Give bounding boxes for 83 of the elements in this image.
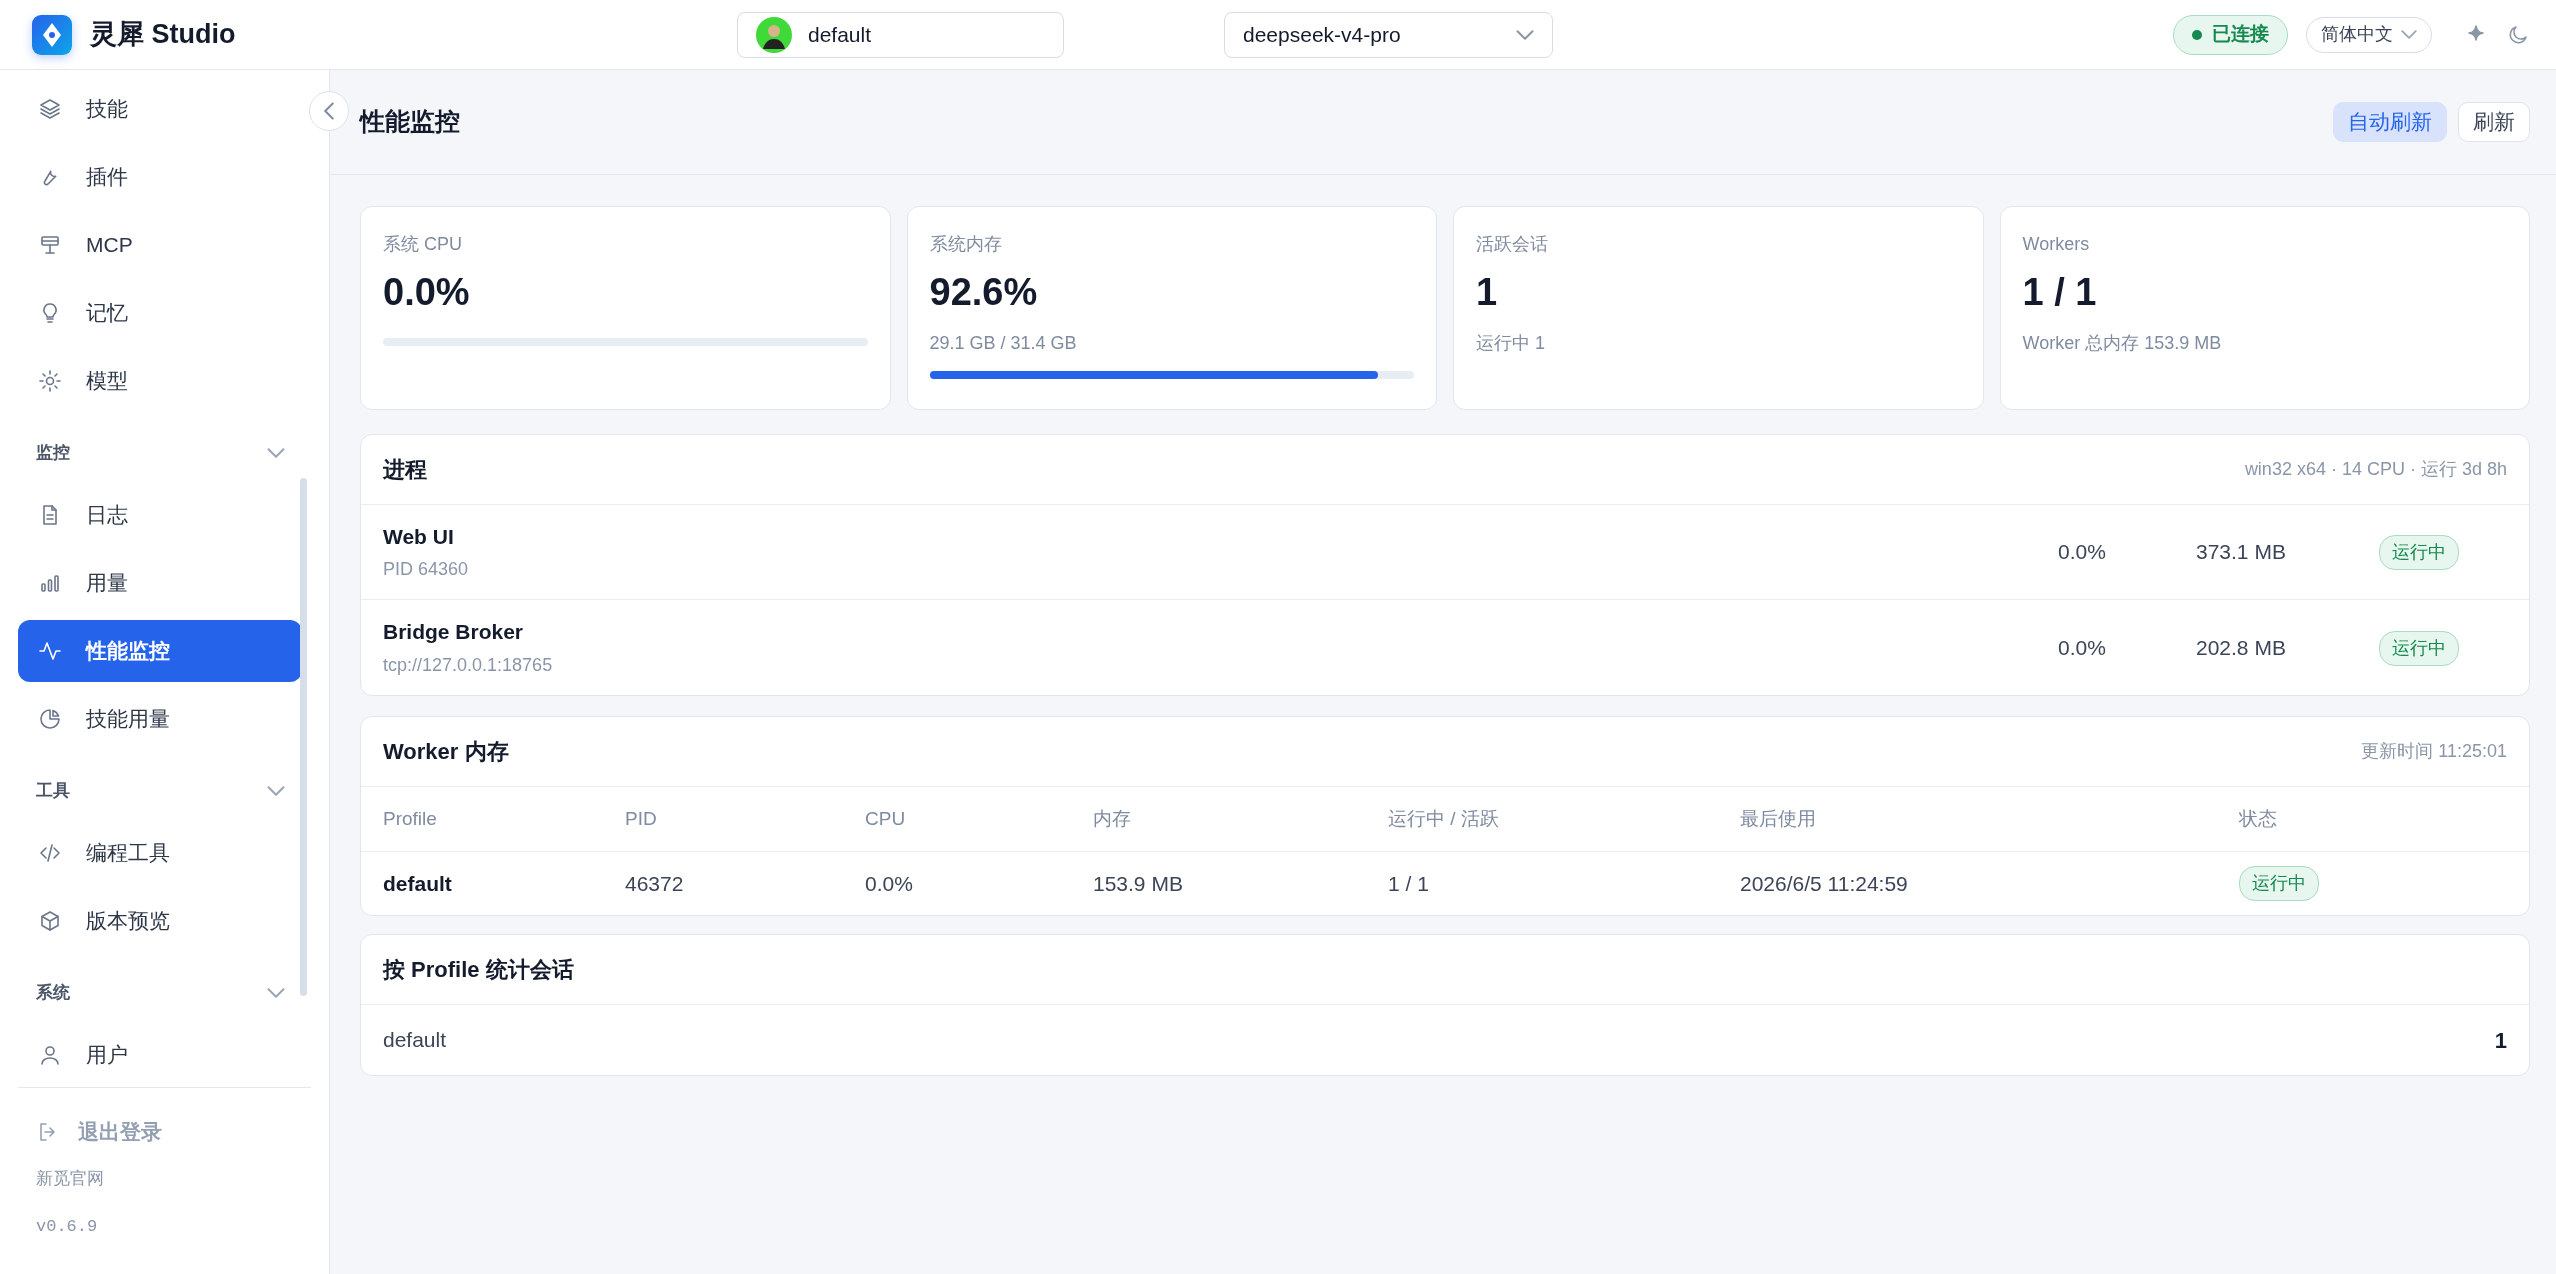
code-icon [38, 841, 62, 865]
sidebar-item[interactable]: MCP [18, 214, 302, 276]
sidebar-item[interactable]: 性能监控 [18, 620, 302, 682]
chevron-down-icon [1516, 29, 1534, 40]
card-title: 按 Profile 统计会话 [383, 956, 574, 984]
column-header: 状态 [2238, 787, 2529, 851]
sign-icon [38, 233, 62, 257]
memory-usage: 373.1 MB [2196, 539, 2287, 566]
connection-status: 已连接 [2173, 14, 2288, 55]
cpu-usage: 0.0% [2058, 539, 2107, 566]
collapse-button[interactable] [309, 91, 349, 131]
section-header[interactable]: 系统 [0, 962, 329, 1024]
stat-value: 92.6% [929, 270, 1039, 315]
page-title: 性能监控 [360, 106, 460, 138]
sidebar-item[interactable]: 日志 [18, 484, 302, 546]
stat-value: 1 [1476, 270, 1499, 315]
stat-value: 1 / 1 [2022, 270, 2098, 315]
memory-usage: 202.8 MB [2196, 634, 2287, 661]
chevron-down-icon [2401, 30, 2417, 39]
app-title: 灵犀 Studio [90, 18, 236, 52]
sidebar-item[interactable]: 编程工具 [18, 822, 302, 884]
process-detail: PID 64360 [383, 558, 469, 582]
table-cell: 46372 [624, 851, 864, 915]
profile-name: default [808, 21, 872, 48]
profile-name: default [383, 1027, 447, 1054]
process-name: Bridge Broker [383, 619, 524, 646]
column-header: 最后使用 [1739, 787, 2238, 851]
scrollbar[interactable] [300, 478, 307, 996]
layers-icon [38, 97, 62, 121]
stat-label: 系统内存 [929, 233, 1003, 256]
cpu-usage: 0.0% [2058, 634, 2107, 661]
system-info: win32 x64 · 14 CPU · 运行 3d 8h [2244, 458, 2507, 481]
sidebar-item[interactable]: 记忆 [18, 282, 302, 344]
model-select[interactable]: deepseek-v4-pro [1224, 11, 1553, 58]
pie-chart-icon [38, 707, 62, 731]
column-header: PID [624, 787, 864, 851]
stat-label: 活跃会话 [1476, 233, 1549, 256]
sidebar-item[interactable]: 版本预览 [18, 890, 302, 952]
process-detail: tcp://127.0.0.1:18765 [383, 653, 553, 677]
stat-label: 系统 CPU [383, 233, 463, 256]
stat-detail: 29.1 GB / 31.4 GB [929, 331, 1078, 355]
column-header: 内存 [1092, 787, 1387, 851]
sidebar-item[interactable]: 用量 [18, 552, 302, 614]
table-cell: 0.0% [864, 851, 1092, 915]
sidebar-item[interactable]: 技能 [18, 78, 302, 140]
section-header[interactable]: 监控 [0, 422, 329, 484]
column-header: 运行中 / 活跃 [1387, 787, 1739, 851]
column-header: CPU [864, 787, 1092, 851]
sidebar-item[interactable]: 用户 [18, 1024, 302, 1086]
stat-value: 0.0% [383, 270, 471, 315]
toolbar-button[interactable]: 刷新 [2458, 102, 2530, 142]
process-name: Web UI [383, 523, 454, 550]
language-select[interactable]: 简体中文 [2306, 16, 2432, 53]
table-cell: 1 / 1 [1387, 851, 1739, 915]
sidebar-item[interactable]: 插件 [18, 146, 302, 208]
table-cell: 153.9 MB [1092, 851, 1387, 915]
status-badge: 运行中 [2379, 630, 2459, 666]
chevron-left-icon [324, 102, 334, 120]
status-badge: 运行中 [2379, 535, 2459, 570]
model-name: deepseek-v4-pro [1243, 21, 1401, 48]
sidebar-item[interactable]: 模型 [18, 350, 302, 412]
version-label: v0.6.9 [35, 1215, 98, 1238]
session-count: 1 [2494, 1026, 2507, 1055]
card-title: Worker 内存 [383, 738, 509, 766]
sidebar-item[interactable]: 技能用量 [18, 688, 302, 750]
update-time: 更新时间 11:25:01 [2361, 740, 2507, 763]
section-header[interactable]: 工具 [0, 760, 329, 822]
status-badge: 运行中 [2239, 865, 2319, 901]
table-cell: default [361, 851, 624, 915]
cube-icon [38, 909, 62, 933]
stat-detail: Worker 总内存 153.9 MB [2022, 331, 2223, 355]
stat-detail: 运行中 1 [1476, 331, 1546, 355]
user-icon [38, 1043, 62, 1067]
column-header: Profile [361, 787, 624, 851]
profile-selector[interactable]: default [737, 11, 1064, 58]
logo-icon [32, 14, 72, 55]
stat-label: Workers [2022, 233, 2091, 256]
avatar-icon [756, 16, 792, 53]
table-cell: 2026/6/5 11:24:59 [1739, 851, 2238, 915]
card-title: 进程 [383, 456, 427, 484]
toolbar-button[interactable]: 自动刷新 [2333, 102, 2447, 142]
activity-icon [38, 639, 62, 663]
sun-icon [38, 369, 62, 393]
